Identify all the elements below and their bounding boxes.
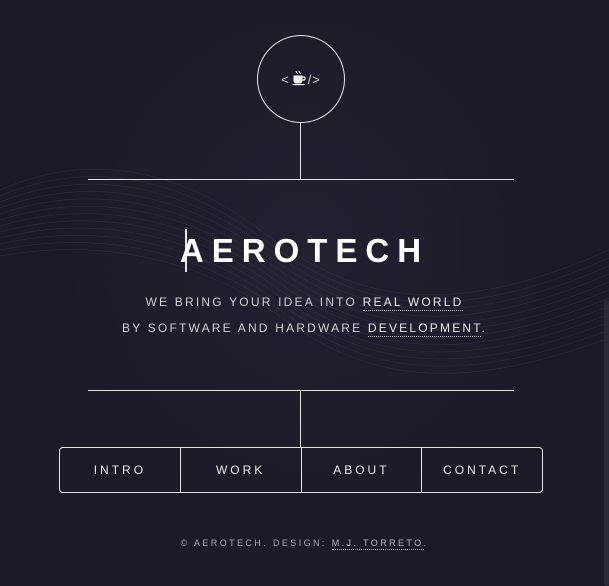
top-divider — [88, 179, 514, 180]
logo[interactable]: < /> — [257, 35, 345, 123]
page-title: AEROTECH — [179, 232, 430, 269]
tagline-highlight-development: DEVELOPMENT — [367, 321, 482, 337]
main-nav: INTRO WORK ABOUT CONTACT — [59, 447, 543, 493]
tagline-line-1: WE BRING YOUR IDEA INTO REAL WORLD — [0, 295, 609, 311]
tagline-line-2-text: BY SOFTWARE AND HARDWARE — [121, 321, 368, 335]
hero-title: AEROTECH — [0, 226, 609, 276]
footer: © AEROTECH. DESIGN: M.J. TORRETO. — [0, 538, 609, 550]
footer-copyright: © AEROTECH. DESIGN: — [180, 538, 332, 548]
top-connector-line — [300, 122, 301, 179]
tagline-highlight-real-world: REAL WORLD — [362, 295, 464, 311]
bottom-divider — [88, 390, 514, 391]
bottom-connector-line — [300, 390, 301, 447]
logo-open-bracket: < — [281, 71, 290, 87]
tagline-line-2-suffix: . — [481, 321, 488, 335]
logo-close-bracket: /> — [307, 71, 321, 87]
footer-credit-link[interactable]: M.J. TORRETO — [331, 538, 424, 550]
footer-suffix: . — [423, 538, 429, 548]
tagline-line-2: BY SOFTWARE AND HARDWARE DEVELOPMENT. — [0, 321, 609, 337]
nav-item-about[interactable]: ABOUT — [300, 448, 422, 492]
tagline-line-1-text: WE BRING YOUR IDEA INTO — [145, 295, 363, 309]
nav-item-contact[interactable]: CONTACT — [421, 448, 542, 492]
coffee-cup-icon — [291, 70, 307, 89]
nav-item-work[interactable]: WORK — [179, 448, 301, 492]
nav-item-intro[interactable]: INTRO — [60, 448, 180, 492]
